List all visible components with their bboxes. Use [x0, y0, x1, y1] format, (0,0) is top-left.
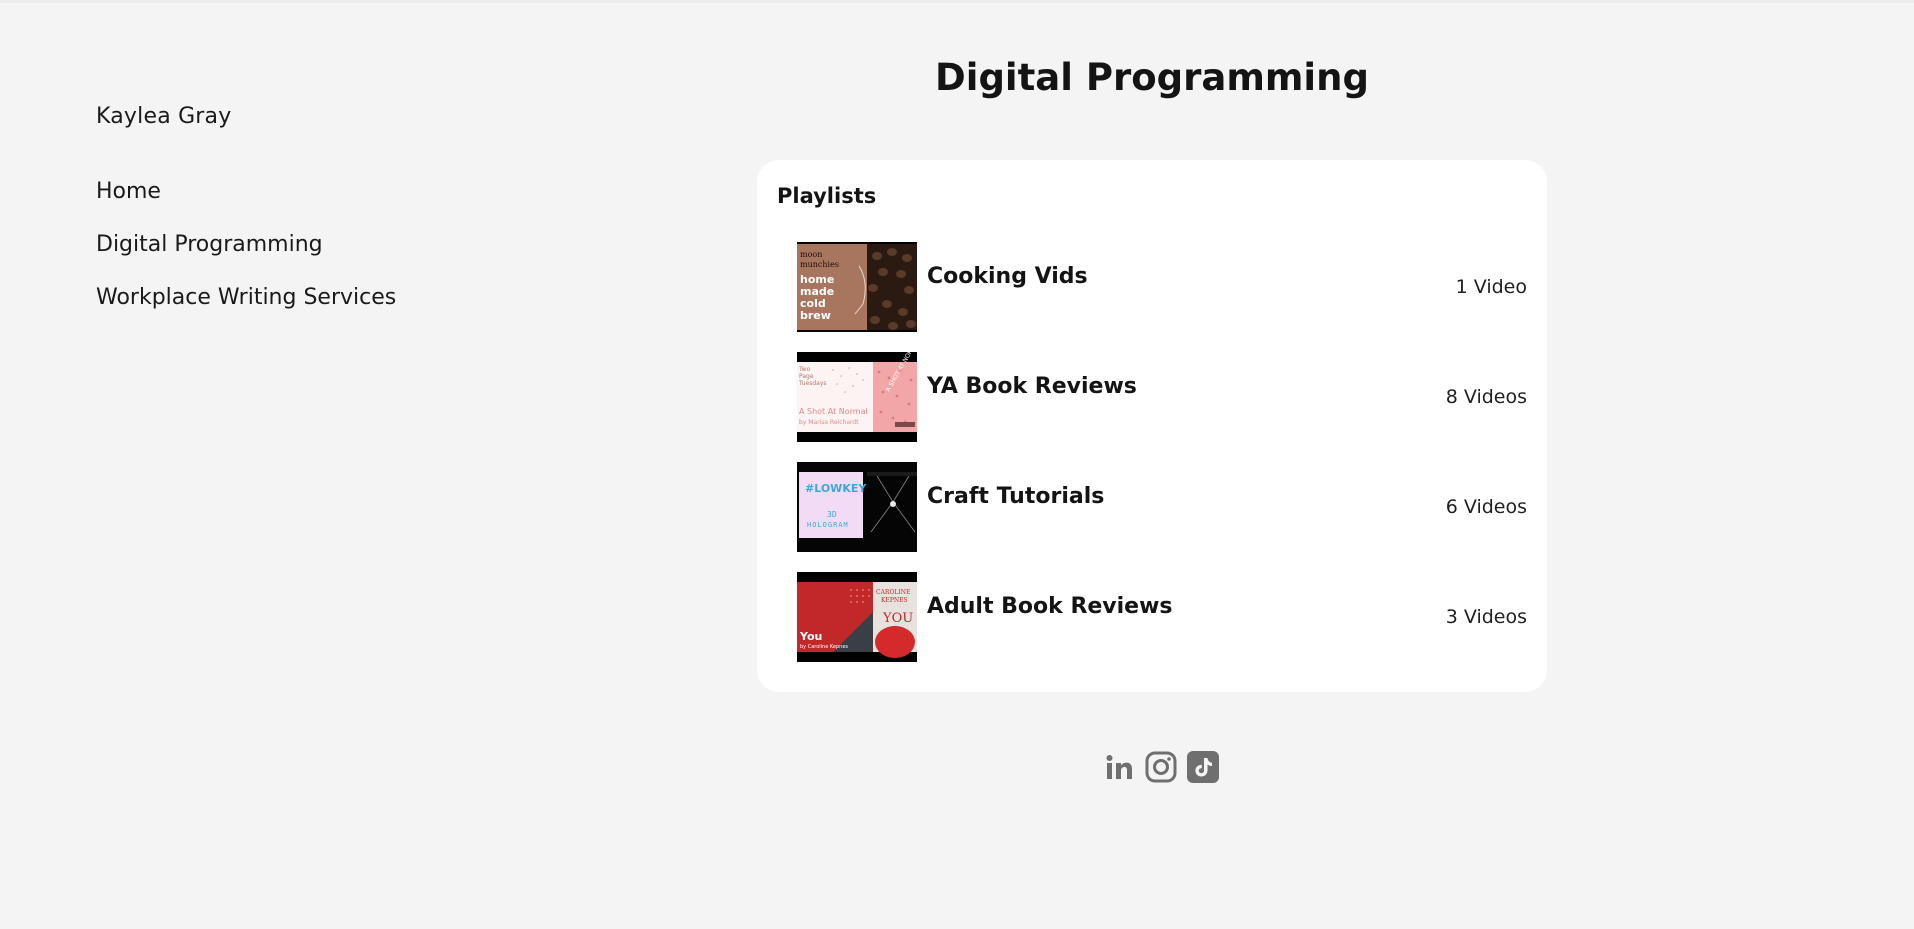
top-divider	[0, 0, 1914, 3]
coffee-beans-thumbnail[interactable]: moon munchies home made cold brew	[797, 242, 917, 332]
playlist-item-adult-book-reviews[interactable]: CAROLINE KEPNES YOU You by Caroline Kepn…	[797, 572, 1527, 662]
thumb-text: KEPNES	[881, 597, 908, 604]
thumb-text: YOU	[882, 611, 913, 626]
thumb-text: Tuesdays	[798, 380, 827, 387]
book-review-thumbnail[interactable]: CAROLINE KEPNES YOU You by Caroline Kepn…	[797, 572, 917, 662]
nav-item-home[interactable]: Home	[96, 179, 396, 204]
social-links	[1103, 750, 1219, 784]
thumb-text: #LOWKEY	[805, 482, 867, 495]
nav-item-digital-programming[interactable]: Digital Programming	[96, 232, 396, 257]
playlist-item-cooking-vids[interactable]: moon munchies home made cold brew Cookin…	[797, 242, 1527, 332]
thumb-text: brew	[800, 309, 831, 322]
page-title: Digital Programming	[935, 56, 1369, 99]
linkedin-icon[interactable]	[1103, 750, 1135, 784]
tiktok-icon[interactable]	[1187, 750, 1219, 784]
thumb-text: by Marisa Reichardt	[799, 419, 859, 426]
book-review-thumbnail[interactable]: A SHOT AT NORMAL Two Page Tuesdays A Sho…	[797, 352, 917, 442]
playlist-video-count: 8 Videos	[1445, 386, 1527, 408]
hologram-thumbnail[interactable]: #LOWKEY 3D HOLOGRAM	[797, 462, 917, 552]
thumb-text: You	[799, 630, 822, 643]
thumb-text: Page	[799, 373, 814, 380]
playlist-title[interactable]: Adult Book Reviews	[927, 594, 1173, 619]
instagram-icon[interactable]	[1145, 750, 1177, 784]
thumb-text: 3D	[827, 510, 837, 519]
playlist-item-craft-tutorials[interactable]: #LOWKEY 3D HOLOGRAM Craft Tutorials 6 Vi…	[797, 462, 1527, 552]
sidebar: Kaylea Gray Home Digital Programming Wor…	[96, 104, 396, 338]
thumb-text: moon	[800, 250, 822, 259]
playlist-item-ya-book-reviews[interactable]: A SHOT AT NORMAL Two Page Tuesdays A Sho…	[797, 352, 1527, 442]
playlists-heading: Playlists	[777, 184, 877, 208]
playlist-title[interactable]: Craft Tutorials	[927, 484, 1104, 509]
playlist-title[interactable]: Cooking Vids	[927, 264, 1088, 289]
thumb-text: CAROLINE	[876, 589, 910, 596]
site-name-link[interactable]: Kaylea Gray	[96, 104, 396, 129]
playlist-video-count: 6 Videos	[1445, 496, 1527, 518]
thumb-text: by Caroline Kepnes	[800, 644, 848, 650]
thumb-text: Two	[798, 366, 811, 373]
thumb-text: munchies	[800, 260, 839, 269]
playlists-card: Playlists moon munchies home made cold b…	[757, 160, 1547, 692]
playlist-video-count: 3 Videos	[1445, 606, 1527, 628]
playlist-video-count: 1 Video	[1455, 276, 1527, 298]
thumb-text: A Shot At Normal	[799, 407, 868, 416]
thumb-text: HOLOGRAM	[807, 521, 849, 529]
nav-item-workplace-writing-services[interactable]: Workplace Writing Services	[96, 285, 396, 310]
playlist-title[interactable]: YA Book Reviews	[927, 374, 1137, 399]
